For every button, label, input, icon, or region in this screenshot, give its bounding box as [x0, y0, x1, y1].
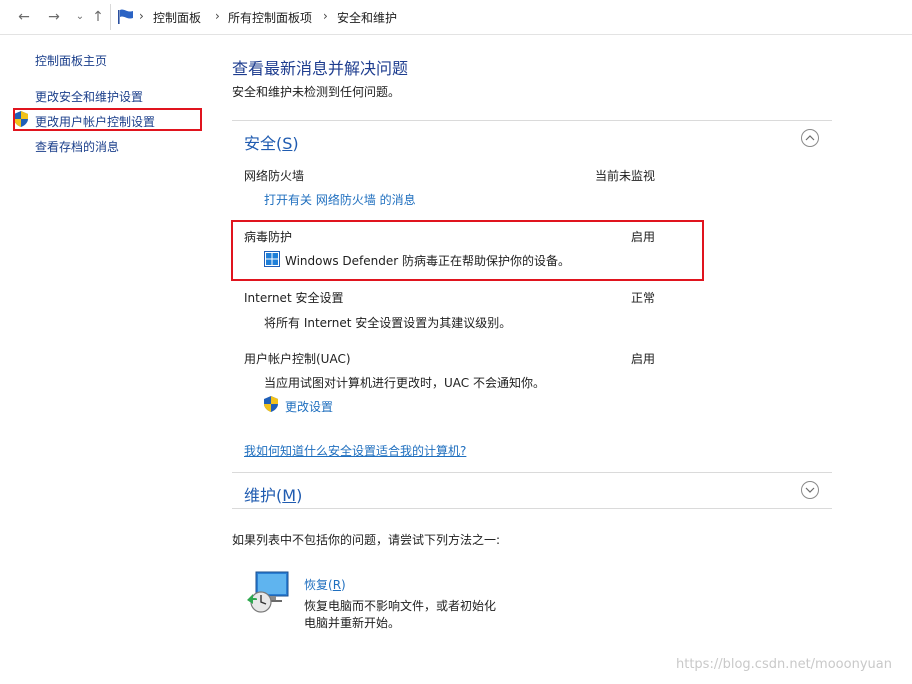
breadcrumb-separator-icon: ›: [323, 9, 328, 23]
watermark-text: https://blog.csdn.net/mooonyuan: [676, 657, 892, 672]
item-internet-status: 正常: [631, 291, 656, 305]
sidebar-item-archived-messages[interactable]: 查看存档的消息: [35, 138, 119, 155]
recovery-description: 恢复电脑而不影响文件，或者初始化电脑并重新开始。: [304, 599, 497, 630]
page-subtitle: 安全和维护未检测到任何问题。: [232, 85, 401, 99]
sidebar-item-home[interactable]: 控制面板主页: [35, 52, 107, 69]
section-maintenance-title[interactable]: 维护(M): [244, 482, 302, 506]
divider: [232, 120, 832, 121]
navigation-bar: ← → ⌄ ↑ › 控制面板 › 所有控制面板项 › 安全和维护: [0, 0, 912, 35]
section-security-title[interactable]: 安全(S): [244, 130, 299, 154]
back-arrow-icon[interactable]: ←: [16, 9, 32, 25]
breadcrumb-separator-icon: ›: [139, 9, 144, 23]
address-bar[interactable]: › 控制面板 › 所有控制面板项 › 安全和维护: [110, 4, 911, 30]
breadcrumb-all-items[interactable]: 所有控制面板项: [228, 9, 312, 26]
item-firewall-label: 网络防火墙: [244, 169, 305, 183]
up-arrow-icon[interactable]: ↑: [90, 9, 106, 25]
recent-locations-chevron-icon[interactable]: ⌄: [72, 9, 88, 25]
recovery-link-accel: R: [332, 578, 342, 592]
divider: [232, 508, 832, 509]
breadcrumb-security-maintenance[interactable]: 安全和维护: [337, 9, 397, 26]
item-firewall-status: 当前未监视: [595, 169, 656, 183]
item-virus-desc: Windows Defender 防病毒正在帮助保护你的设备。: [285, 254, 570, 268]
forward-arrow-icon[interactable]: →: [46, 9, 62, 25]
recovery-icon[interactable]: [244, 570, 292, 614]
uac-change-settings-link[interactable]: 更改设置: [285, 398, 333, 415]
breadcrumb-control-panel[interactable]: 控制面板: [153, 9, 201, 26]
sidebar-item-change-security-settings[interactable]: 更改安全和维护设置: [35, 88, 143, 105]
section-maintenance-accel: M: [282, 486, 297, 505]
item-uac-desc: 当应用试图对计算机进行更改时，UAC 不会通知你。: [264, 376, 545, 390]
windows-defender-icon: [264, 251, 280, 267]
highlight-box-uac: [13, 108, 202, 131]
expand-chevron-icon[interactable]: [801, 481, 819, 499]
item-virus-label: 病毒防护: [244, 230, 293, 244]
item-virus-status: 启用: [631, 230, 656, 244]
item-internet-desc: 将所有 Internet 安全设置设置为其建议级别。: [264, 316, 512, 330]
item-internet-label: Internet 安全设置: [244, 291, 344, 305]
page-title: 查看最新消息并解决问题: [232, 59, 409, 78]
section-maintenance-label: 维护: [244, 486, 277, 505]
divider: [232, 472, 832, 473]
collapse-chevron-icon[interactable]: [801, 129, 819, 147]
section-security-accel: S: [282, 134, 293, 153]
section-security-label: 安全: [244, 134, 277, 153]
uac-shield-icon: [264, 396, 278, 412]
item-uac-status: 启用: [631, 352, 656, 366]
firewall-messages-link[interactable]: 打开有关 网络防火墙 的消息: [264, 191, 416, 208]
breadcrumb-separator-icon: ›: [215, 9, 220, 23]
recovery-link[interactable]: 恢复(R): [304, 576, 346, 593]
recovery-link-label: 恢复: [304, 578, 329, 592]
security-help-link[interactable]: 我如何知道什么安全设置适合我的计算机?: [244, 442, 466, 459]
alternatives-intro: 如果列表中不包括你的问题，请尝试下列方法之一:: [232, 533, 501, 547]
control-panel-flag-icon: [118, 9, 133, 24]
item-uac-label: 用户帐户控制(UAC): [244, 352, 351, 366]
